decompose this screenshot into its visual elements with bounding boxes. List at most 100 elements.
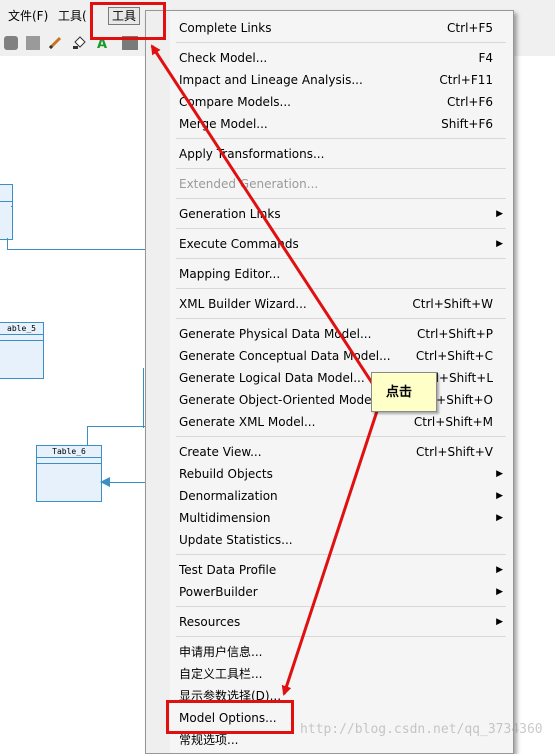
menu-separator [176,198,506,199]
menu-item-compare-models[interactable]: Compare Models... Ctrl+F6 [170,91,513,113]
paint-bucket-icon[interactable] [72,36,86,50]
relation-line [7,249,145,250]
menu-item-shortcut: Ctrl+Shift+C [415,349,493,363]
menu-item-extended-generation: Extended Generation... [170,173,513,195]
menu-item-generation-links[interactable]: Generation Links ▶ [170,203,513,225]
menu-item-label: Mapping Editor... [179,267,281,281]
menu-item-label: PowerBuilder [179,585,258,599]
menu-item-label: Generate Conceptual Data Model... [179,349,391,363]
menu-item-resources[interactable]: Resources ▶ [170,611,513,633]
relation-line [108,482,145,483]
menu-separator [176,318,506,319]
menu-item-merge-model[interactable]: Merge Model... Shift+F6 [170,113,513,135]
menu-separator [176,42,506,43]
menu-item-xml-builder-wizard[interactable]: XML Builder Wizard... Ctrl+Shift+W [170,293,513,315]
submenu-arrow-icon: ▶ [496,239,503,249]
menu-item-label: XML Builder Wizard... [179,297,307,311]
relation-line [87,426,88,446]
menu-item-rebuild-objects[interactable]: Rebuild Objects ▶ [170,463,513,485]
menu-item-update-statistics[interactable]: Update Statistics... [170,529,513,551]
menu-item-create-view[interactable]: Create View... Ctrl+Shift+V [170,441,513,463]
click-callout: 点击 [371,372,437,412]
menu-item-complete-links[interactable]: Complete Links Ctrl+F5 [170,17,513,39]
relation-line [143,368,144,428]
toolbar-stamp-icon[interactable] [26,36,40,50]
menu-item-apply-transformations[interactable]: Apply Transformations... [170,143,513,165]
menu-separator [176,168,506,169]
menu-item-user-info[interactable]: 申请用户信息... [170,641,513,663]
toolbar-object-icon[interactable] [4,36,18,50]
menu-item-multidimension[interactable]: Multidimension ▶ [170,507,513,529]
menu-item-shortcut: Ctrl+Shift+V [416,445,493,459]
menu-item-impact-lineage[interactable]: Impact and Lineage Analysis... Ctrl+F11 [170,69,513,91]
menu-item-label: Create View... [179,445,262,459]
submenu-arrow-icon: ▶ [496,587,503,597]
table-5-title: able_5 [0,323,43,335]
menu-item-label: 申请用户信息... [179,645,263,659]
menu-item-mapping-editor[interactable]: Mapping Editor... [170,263,513,285]
menu-item-label: Multidimension [179,511,271,525]
menu-item-generate-pdm[interactable]: Generate Physical Data Model... Ctrl+Shif… [170,323,513,345]
relation-line [87,426,145,427]
menu-item-label: Complete Links [179,21,272,35]
menu-item-customize-toolbar[interactable]: 自定义工具栏... [170,663,513,685]
submenu-arrow-icon: ▶ [496,565,503,575]
relation-arrowhead-icon [100,477,110,487]
callout-label: 点击 [386,385,413,400]
menu-file[interactable]: 文件(F) [8,8,48,24]
menu-item-label: Generate Object-Oriented Model... [179,393,387,407]
menu-item-label: Impact and Lineage Analysis... [179,73,363,87]
menu-separator [176,636,506,637]
menu-separator [176,554,506,555]
menu-item-generate-xml-model[interactable]: Generate XML Model... Ctrl+Shift+M [170,411,513,433]
menu-item-shortcut: Ctrl+F11 [439,73,493,87]
menu-item-shortcut: Shift+F6 [441,117,493,131]
menu-item-label: Denormalization [179,489,278,503]
menu-item-test-data-profile[interactable]: Test Data Profile ▶ [170,559,513,581]
menu-separator [176,436,506,437]
menu-tools[interactable]: 工具( [58,8,87,24]
highlight-tools-menu [90,2,166,40]
table-5-symbol[interactable]: able_5 [0,322,44,379]
menu-item-shortcut: F4 [478,51,493,65]
menu-item-label: Apply Transformations... [179,147,325,161]
menu-item-denormalization[interactable]: Denormalization ▶ [170,485,513,507]
submenu-arrow-icon: ▶ [496,209,503,219]
table-6-symbol[interactable]: Table_6 [36,445,102,502]
submenu-arrow-icon: ▶ [496,469,503,479]
menu-item-label: Generation Links [179,207,281,221]
menu-item-execute-commands[interactable]: Execute Commands ▶ [170,233,513,255]
table-6-title: Table_6 [37,446,101,458]
menu-item-label: Compare Models... [179,95,291,109]
menu-separator [176,288,506,289]
menu-item-shortcut: Ctrl+Shift+M [413,415,493,429]
menu-item-shortcut: Ctrl+Shift+P [417,327,493,341]
menu-item-label: Execute Commands [179,237,299,251]
menu-item-label: Resources [179,615,241,629]
menu-item-label: Merge Model... [179,117,268,131]
menu-item-powerbuilder[interactable]: PowerBuilder ▶ [170,581,513,603]
menu-item-label: Generate Physical Data Model... [179,327,372,341]
menu-item-check-model[interactable]: Check Model... F4 [170,47,513,69]
table-symbol-partial[interactable] [0,184,13,240]
menu-item-label: Generate XML Model... [179,415,316,429]
menu-item-label: Update Statistics... [179,533,293,547]
watermark: http://blog.csdn.net/qq_3734360 [300,722,543,737]
submenu-arrow-icon: ▶ [496,617,503,627]
menu-item-label: Generate Logical Data Model... [179,371,365,385]
menu-item-label: 自定义工具栏... [179,667,263,681]
menu-item-label: Rebuild Objects [179,467,273,481]
pencil-icon[interactable] [48,36,62,50]
menu-item-label: Extended Generation... [179,177,319,191]
highlight-model-options [166,700,294,734]
menu-item-generate-oom[interactable]: Generate Object-Oriented Model... Ctrl+Sh… [170,389,513,411]
menu-item-label: Check Model... [179,51,268,65]
menu-separator [176,228,506,229]
menu-item-shortcut: Ctrl+F6 [447,95,493,109]
menu-item-shortcut: Ctrl+F5 [447,21,493,35]
menu-item-generate-cdm[interactable]: Generate Conceptual Data Model... Ctrl+Sh… [170,345,513,367]
tools-dropdown-menu: Complete Links Ctrl+F5 Check Model... F4 I… [145,10,514,754]
menu-item-generate-ldm[interactable]: Generate Logical Data Model... Ctrl+Shift… [170,367,513,389]
submenu-arrow-icon: ▶ [496,491,503,501]
menu-icon-gutter [146,11,170,753]
